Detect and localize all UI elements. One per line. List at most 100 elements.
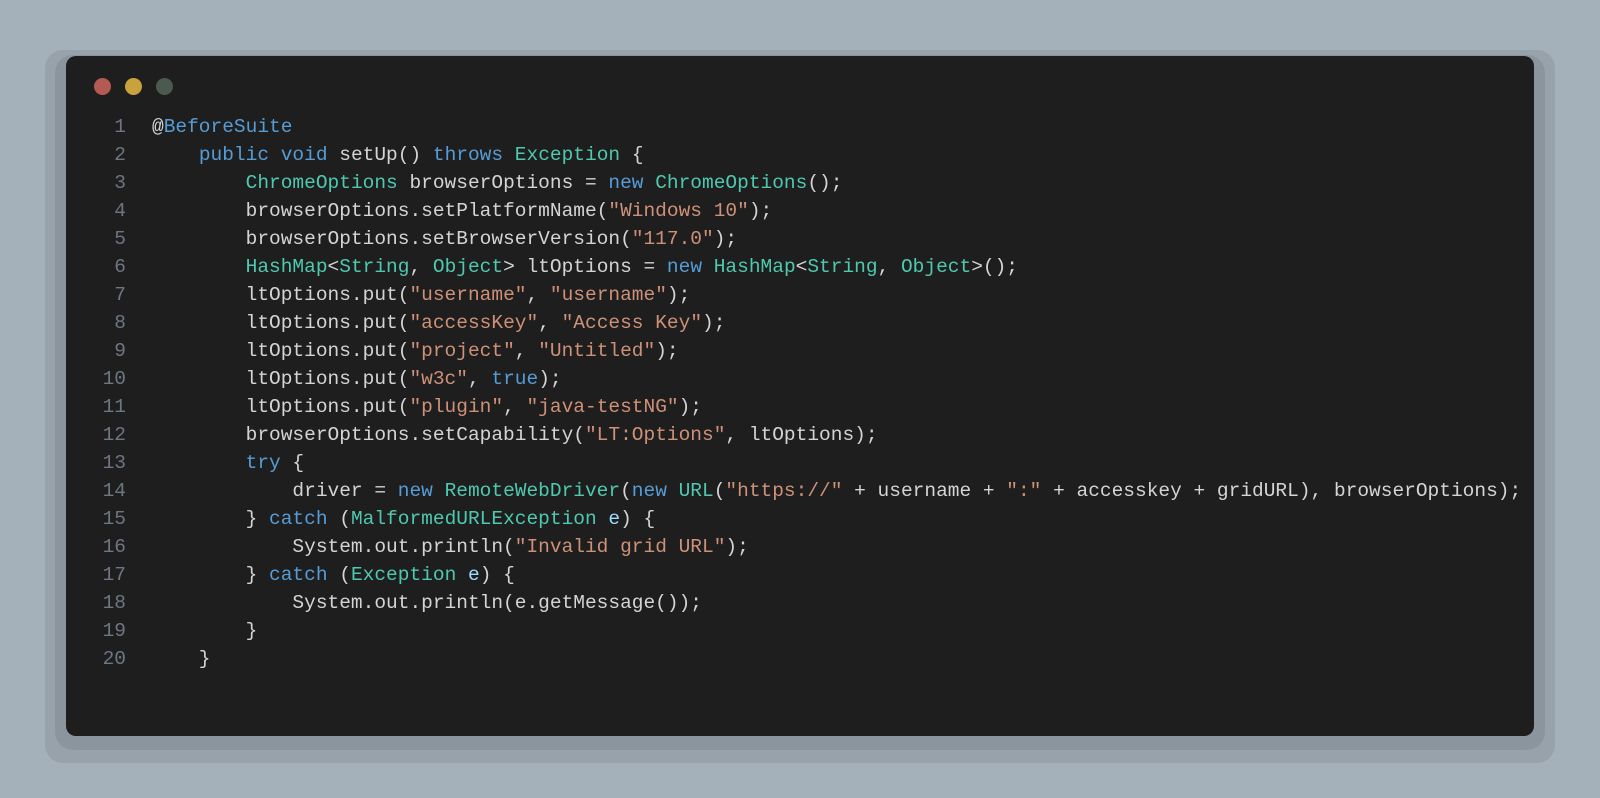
code-line[interactable]: 17 } catch (Exception e) { bbox=[84, 561, 1514, 589]
token: ); bbox=[538, 368, 561, 390]
token: < bbox=[328, 256, 340, 278]
code-content[interactable]: browserOptions.setPlatformName("Windows … bbox=[152, 197, 1514, 225]
code-line[interactable]: 15 } catch (MalformedURLException e) { bbox=[84, 505, 1514, 533]
code-line[interactable]: 19 } bbox=[84, 617, 1514, 645]
token bbox=[644, 172, 656, 194]
code-content[interactable]: } catch (Exception e) { bbox=[152, 561, 1514, 589]
minimize-icon[interactable] bbox=[125, 78, 142, 95]
line-number: 19 bbox=[84, 617, 152, 645]
code-content[interactable]: try { bbox=[152, 449, 1514, 477]
token: Object bbox=[901, 256, 971, 278]
token: browserOptions = bbox=[398, 172, 609, 194]
token: , ltOptions); bbox=[725, 424, 877, 446]
token: Exception bbox=[515, 144, 620, 166]
token: Object bbox=[433, 256, 503, 278]
code-area[interactable]: 1@BeforeSuite2 public void setUp() throw… bbox=[66, 113, 1534, 673]
token: } bbox=[152, 508, 269, 530]
token bbox=[152, 172, 246, 194]
code-line[interactable]: 11 ltOptions.put("plugin", "java-testNG"… bbox=[84, 393, 1514, 421]
line-number: 2 bbox=[84, 141, 152, 169]
code-content[interactable]: HashMap<String, Object> ltOptions = new … bbox=[152, 253, 1514, 281]
line-number: 20 bbox=[84, 645, 152, 673]
token: ( bbox=[328, 508, 351, 530]
token: RemoteWebDriver bbox=[445, 480, 621, 502]
token: (); bbox=[807, 172, 842, 194]
token: , bbox=[878, 256, 901, 278]
code-line[interactable]: 14 driver = new RemoteWebDriver(new URL(… bbox=[84, 477, 1514, 505]
token: < bbox=[796, 256, 808, 278]
line-number: 16 bbox=[84, 533, 152, 561]
code-content[interactable]: } bbox=[152, 617, 1514, 645]
code-line[interactable]: 8 ltOptions.put("accessKey", "Access Key… bbox=[84, 309, 1514, 337]
code-content[interactable]: ltOptions.put("w3c", true); bbox=[152, 365, 1514, 393]
code-content[interactable]: ChromeOptions browserOptions = new Chrom… bbox=[152, 169, 1514, 197]
token: ltOptions.put( bbox=[152, 312, 409, 334]
token: + accesskey + gridURL), browserOptions); bbox=[1041, 480, 1521, 502]
code-line[interactable]: 3 ChromeOptions browserOptions = new Chr… bbox=[84, 169, 1514, 197]
code-line[interactable]: 13 try { bbox=[84, 449, 1514, 477]
code-content[interactable]: System.out.println("Invalid grid URL"); bbox=[152, 533, 1514, 561]
code-line[interactable]: 6 HashMap<String, Object> ltOptions = ne… bbox=[84, 253, 1514, 281]
token: @ bbox=[152, 116, 164, 138]
maximize-icon[interactable] bbox=[156, 78, 173, 95]
token: "username" bbox=[550, 284, 667, 306]
code-line[interactable]: 20 } bbox=[84, 645, 1514, 673]
token: throws bbox=[433, 144, 503, 166]
window-controls bbox=[66, 78, 1534, 113]
token: } bbox=[152, 620, 257, 642]
line-number: 18 bbox=[84, 589, 152, 617]
code-line[interactable]: 7 ltOptions.put("username", "username"); bbox=[84, 281, 1514, 309]
token: "plugin" bbox=[409, 396, 503, 418]
code-content[interactable]: } catch (MalformedURLException e) { bbox=[152, 505, 1514, 533]
token: , bbox=[468, 368, 491, 390]
token: browserOptions.setBrowserVersion( bbox=[152, 228, 632, 250]
token: new bbox=[608, 172, 643, 194]
code-content[interactable]: browserOptions.setBrowserVersion("117.0"… bbox=[152, 225, 1514, 253]
token: + username + bbox=[842, 480, 1006, 502]
code-content[interactable]: ltOptions.put("project", "Untitled"); bbox=[152, 337, 1514, 365]
token: String bbox=[339, 256, 409, 278]
token: "LT:Options" bbox=[585, 424, 725, 446]
code-content[interactable]: System.out.println(e.getMessage()); bbox=[152, 589, 1514, 617]
token: Exception bbox=[351, 564, 456, 586]
code-content[interactable]: } bbox=[152, 645, 1514, 673]
token bbox=[597, 508, 609, 530]
token: new bbox=[398, 480, 433, 502]
code-content[interactable]: browserOptions.setCapability("LT:Options… bbox=[152, 421, 1514, 449]
token: , bbox=[526, 284, 549, 306]
code-line[interactable]: 5 browserOptions.setBrowserVersion("117.… bbox=[84, 225, 1514, 253]
line-number: 8 bbox=[84, 309, 152, 337]
token: ltOptions.put( bbox=[152, 396, 409, 418]
line-number: 10 bbox=[84, 365, 152, 393]
code-line[interactable]: 10 ltOptions.put("w3c", true); bbox=[84, 365, 1514, 393]
code-content[interactable]: ltOptions.put("accessKey", "Access Key")… bbox=[152, 309, 1514, 337]
code-line[interactable]: 16 System.out.println("Invalid grid URL"… bbox=[84, 533, 1514, 561]
token: System.out.println(e.getMessage()); bbox=[152, 592, 702, 614]
code-line[interactable]: 12 browserOptions.setCapability("LT:Opti… bbox=[84, 421, 1514, 449]
code-content[interactable]: public void setUp() throws Exception { bbox=[152, 141, 1514, 169]
token: ); bbox=[714, 228, 737, 250]
token: , bbox=[409, 256, 432, 278]
token: String bbox=[807, 256, 877, 278]
code-line[interactable]: 9 ltOptions.put("project", "Untitled"); bbox=[84, 337, 1514, 365]
code-line[interactable]: 2 public void setUp() throws Exception { bbox=[84, 141, 1514, 169]
token: ); bbox=[749, 200, 772, 222]
line-number: 14 bbox=[84, 477, 152, 505]
code-content[interactable]: driver = new RemoteWebDriver(new URL("ht… bbox=[152, 477, 1521, 505]
code-line[interactable]: 1@BeforeSuite bbox=[84, 113, 1514, 141]
code-content[interactable]: ltOptions.put("username", "username"); bbox=[152, 281, 1514, 309]
code-line[interactable]: 4 browserOptions.setPlatformName("Window… bbox=[84, 197, 1514, 225]
token: ltOptions.put( bbox=[152, 340, 409, 362]
token: ); bbox=[725, 536, 748, 558]
token: ); bbox=[667, 284, 690, 306]
token: new bbox=[632, 480, 667, 502]
line-number: 6 bbox=[84, 253, 152, 281]
stage: 1@BeforeSuite2 public void setUp() throw… bbox=[0, 0, 1600, 798]
token: ) { bbox=[620, 508, 655, 530]
code-content[interactable]: @BeforeSuite bbox=[152, 113, 1514, 141]
token: void bbox=[281, 144, 328, 166]
code-line[interactable]: 18 System.out.println(e.getMessage()); bbox=[84, 589, 1514, 617]
code-content[interactable]: ltOptions.put("plugin", "java-testNG"); bbox=[152, 393, 1514, 421]
close-icon[interactable] bbox=[94, 78, 111, 95]
token: catch bbox=[269, 564, 328, 586]
